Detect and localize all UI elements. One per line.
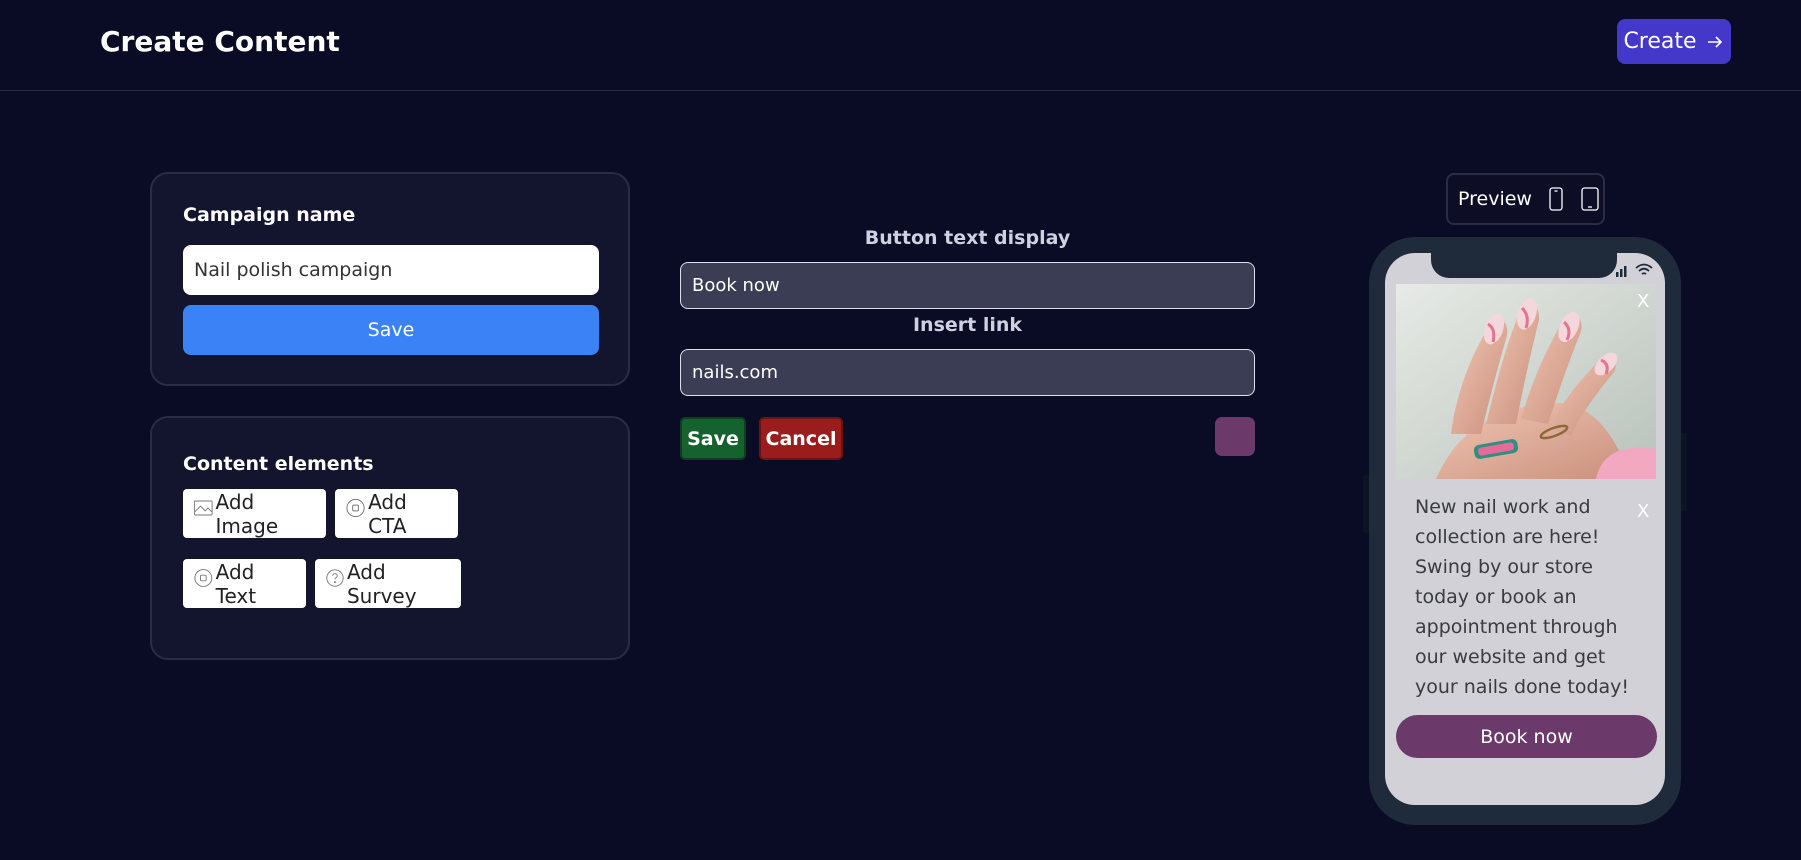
add-survey-button[interactable]: Add Survey — [315, 559, 461, 608]
content-elements-label: Content elements — [183, 453, 374, 475]
status-bar — [1615, 263, 1653, 277]
preview-cta-button[interactable]: Book now — [1396, 715, 1657, 758]
arrow-right-icon — [1707, 35, 1722, 48]
add-image-button[interactable]: Add Image — [183, 489, 326, 538]
campaign-name-input[interactable]: Nail polish campaign — [183, 245, 599, 295]
button-text-label: Button text display — [864, 227, 1071, 249]
cta-icon — [346, 498, 365, 517]
color-picker-swatch[interactable] — [1215, 417, 1255, 456]
create-button-label: Create — [1623, 29, 1697, 54]
phone-frame: X X New nail work and collection are her… — [1369, 237, 1681, 825]
text-icon — [194, 568, 213, 587]
editor-cancel-button[interactable]: Cancel — [759, 417, 843, 460]
campaign-card: Campaign name Nail polish campaign Save — [150, 172, 630, 386]
nail-photo — [1396, 284, 1656, 479]
top-header: Create Content Create — [0, 0, 1801, 91]
create-button[interactable]: Create — [1617, 19, 1731, 64]
image-close-button[interactable]: X — [1637, 291, 1649, 312]
image-icon — [193, 500, 213, 515]
phone-icon[interactable] — [1546, 186, 1566, 212]
add-image-label: Add Image — [215, 489, 279, 538]
editor-save-button[interactable]: Save — [680, 417, 746, 460]
signal-icon — [1616, 266, 1627, 277]
page-title: Create Content — [100, 25, 340, 58]
add-cta-label: Add CTA — [368, 489, 407, 538]
tablet-icon[interactable] — [1580, 186, 1600, 212]
add-text-label: Add Text — [215, 559, 257, 608]
link-input[interactable]: nails.com — [680, 349, 1255, 396]
add-text-button[interactable]: Add Text — [183, 559, 306, 608]
button-text-input[interactable]: Book now — [680, 262, 1255, 309]
campaign-name-label: Campaign name — [183, 204, 356, 226]
preview-label: Preview — [1458, 188, 1532, 210]
wifi-icon — [1635, 263, 1653, 275]
add-cta-button[interactable]: Add CTA — [335, 489, 458, 538]
nail-photo-illustration — [1396, 284, 1656, 479]
insert-link-label: Insert link — [912, 314, 1023, 336]
phone-notch — [1431, 253, 1617, 278]
phone-screen: X X New nail work and collection are her… — [1385, 253, 1665, 805]
add-survey-label: Add Survey — [346, 559, 417, 608]
preview-toggle: Preview — [1446, 173, 1605, 225]
content-elements-card: Content elements Add Image Add CTA Add T… — [150, 416, 630, 660]
campaign-save-button[interactable]: Save — [183, 305, 599, 355]
preview-message: New nail work and collection are here! S… — [1415, 496, 1630, 698]
survey-icon — [326, 568, 344, 587]
